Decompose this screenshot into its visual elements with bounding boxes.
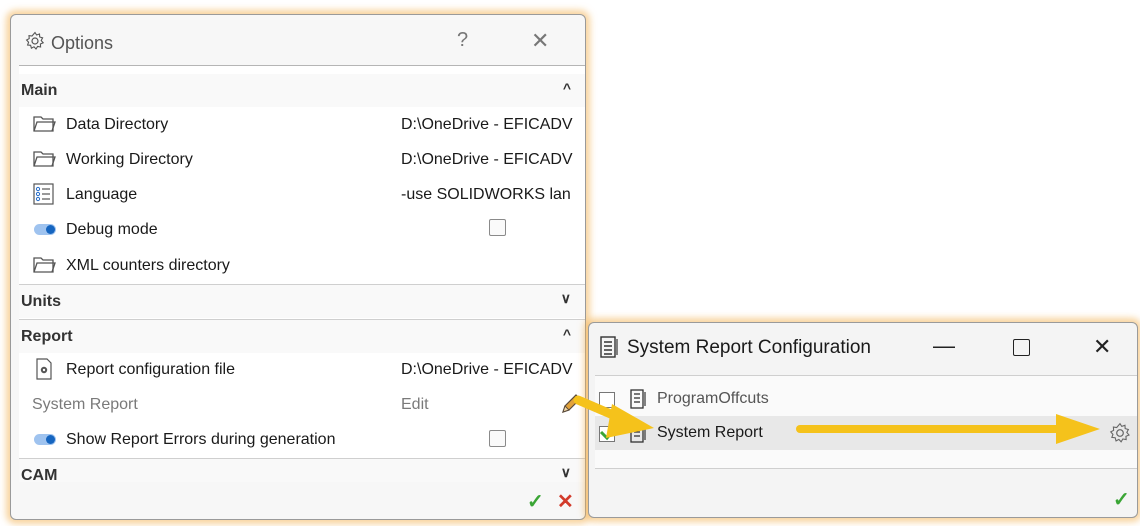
section-report-label: Report bbox=[21, 328, 73, 345]
working-directory-row[interactable]: Working Directory D:\OneDrive - EFICADV bbox=[19, 142, 585, 176]
document-list-icon bbox=[600, 336, 618, 358]
help-button[interactable]: ? bbox=[457, 29, 468, 52]
data-directory-value[interactable]: D:\OneDrive - EFICADV bbox=[401, 116, 573, 134]
close-icon[interactable]: ✕ bbox=[531, 28, 549, 54]
system-report-label: System Report bbox=[32, 396, 138, 413]
report-config-value[interactable]: D:\OneDrive - EFICADV bbox=[401, 361, 573, 379]
section-cam[interactable]: CAM ∨ bbox=[19, 458, 585, 482]
close-icon[interactable]: ✕ bbox=[1093, 334, 1111, 360]
debug-mode-label: Debug mode bbox=[66, 221, 158, 238]
section-main-label: Main bbox=[21, 82, 58, 99]
chevron-down-icon[interactable]: ∨ bbox=[561, 290, 571, 307]
chevron-down-icon[interactable]: ∨ bbox=[561, 464, 571, 481]
item-checkbox[interactable] bbox=[599, 392, 615, 408]
toggle-icon bbox=[34, 434, 56, 445]
folder-icon bbox=[33, 257, 56, 273]
document-list-icon bbox=[630, 389, 646, 409]
system-report-window: System Report Configuration — ✕ ProgramO… bbox=[588, 322, 1138, 518]
working-directory-value[interactable]: D:\OneDrive - EFICADV bbox=[401, 151, 573, 169]
list-item[interactable]: ProgramOffcuts bbox=[595, 382, 1137, 416]
gear-icon[interactable] bbox=[1109, 422, 1131, 444]
chevron-up-icon[interactable]: ^ bbox=[563, 80, 571, 96]
debug-mode-row[interactable]: Debug mode bbox=[19, 212, 585, 246]
folder-icon bbox=[33, 151, 56, 167]
options-panel: Main ^ Data Directory D:\OneDrive - EFIC… bbox=[19, 65, 585, 482]
language-label: Language bbox=[66, 186, 138, 203]
xml-counters-row[interactable]: XML counters directory bbox=[19, 248, 585, 282]
show-report-errors-label: Show Report Errors during generation bbox=[66, 431, 336, 448]
list-icon bbox=[33, 183, 54, 205]
working-directory-label: Working Directory bbox=[66, 151, 193, 168]
language-row[interactable]: Language -use SOLIDWORKS lan bbox=[19, 177, 585, 211]
document-list-icon bbox=[630, 423, 646, 443]
system-report-title: System Report Configuration bbox=[627, 337, 871, 358]
item-label: ProgramOffcuts bbox=[657, 390, 769, 407]
chevron-up-icon[interactable]: ^ bbox=[563, 326, 571, 342]
section-units-label: Units bbox=[21, 293, 61, 310]
ok-button[interactable]: ✓ bbox=[527, 489, 544, 514]
section-report[interactable]: Report ^ bbox=[19, 319, 585, 353]
ok-button[interactable]: ✓ bbox=[1113, 487, 1130, 512]
section-units[interactable]: Units ∨ bbox=[19, 284, 585, 318]
system-report-row[interactable]: System Report Edit bbox=[19, 387, 585, 421]
xml-counters-label: XML counters directory bbox=[66, 257, 230, 274]
options-titlebar: Options ? ✕ bbox=[11, 15, 585, 65]
pencil-icon[interactable] bbox=[559, 392, 583, 416]
options-window: Options ? ✕ Main ^ Data Directory D:\One… bbox=[10, 14, 586, 520]
options-title: Options bbox=[51, 33, 114, 53]
debug-mode-checkbox[interactable] bbox=[489, 219, 506, 236]
system-report-value: Edit bbox=[401, 396, 429, 413]
options-footer: ✓ ✕ bbox=[11, 481, 585, 519]
minimize-button[interactable]: — bbox=[933, 333, 955, 359]
settings-file-icon bbox=[36, 358, 52, 380]
section-cam-label: CAM bbox=[21, 467, 58, 482]
folder-icon bbox=[33, 116, 56, 132]
maximize-icon[interactable] bbox=[1013, 339, 1030, 356]
gear-icon bbox=[25, 31, 45, 50]
report-config-row[interactable]: Report configuration file D:\OneDrive - … bbox=[19, 352, 585, 386]
report-list: ProgramOffcuts System Report bbox=[595, 375, 1137, 469]
show-report-errors-checkbox[interactable] bbox=[489, 430, 506, 447]
section-main[interactable]: Main ^ bbox=[19, 74, 585, 107]
report-config-label: Report configuration file bbox=[66, 361, 235, 378]
data-directory-row[interactable]: Data Directory D:\OneDrive - EFICADV bbox=[19, 107, 585, 141]
system-report-titlebar: System Report Configuration — ✕ bbox=[589, 323, 1137, 373]
language-value[interactable]: -use SOLIDWORKS lan bbox=[401, 186, 571, 204]
data-directory-label: Data Directory bbox=[66, 116, 169, 133]
item-label: System Report bbox=[657, 424, 763, 441]
show-report-errors-row[interactable]: Show Report Errors during generation bbox=[19, 422, 585, 456]
checkmark-icon bbox=[599, 424, 620, 441]
toggle-icon bbox=[34, 224, 56, 235]
list-item[interactable]: System Report bbox=[595, 416, 1137, 450]
cancel-button[interactable]: ✕ bbox=[557, 489, 574, 514]
